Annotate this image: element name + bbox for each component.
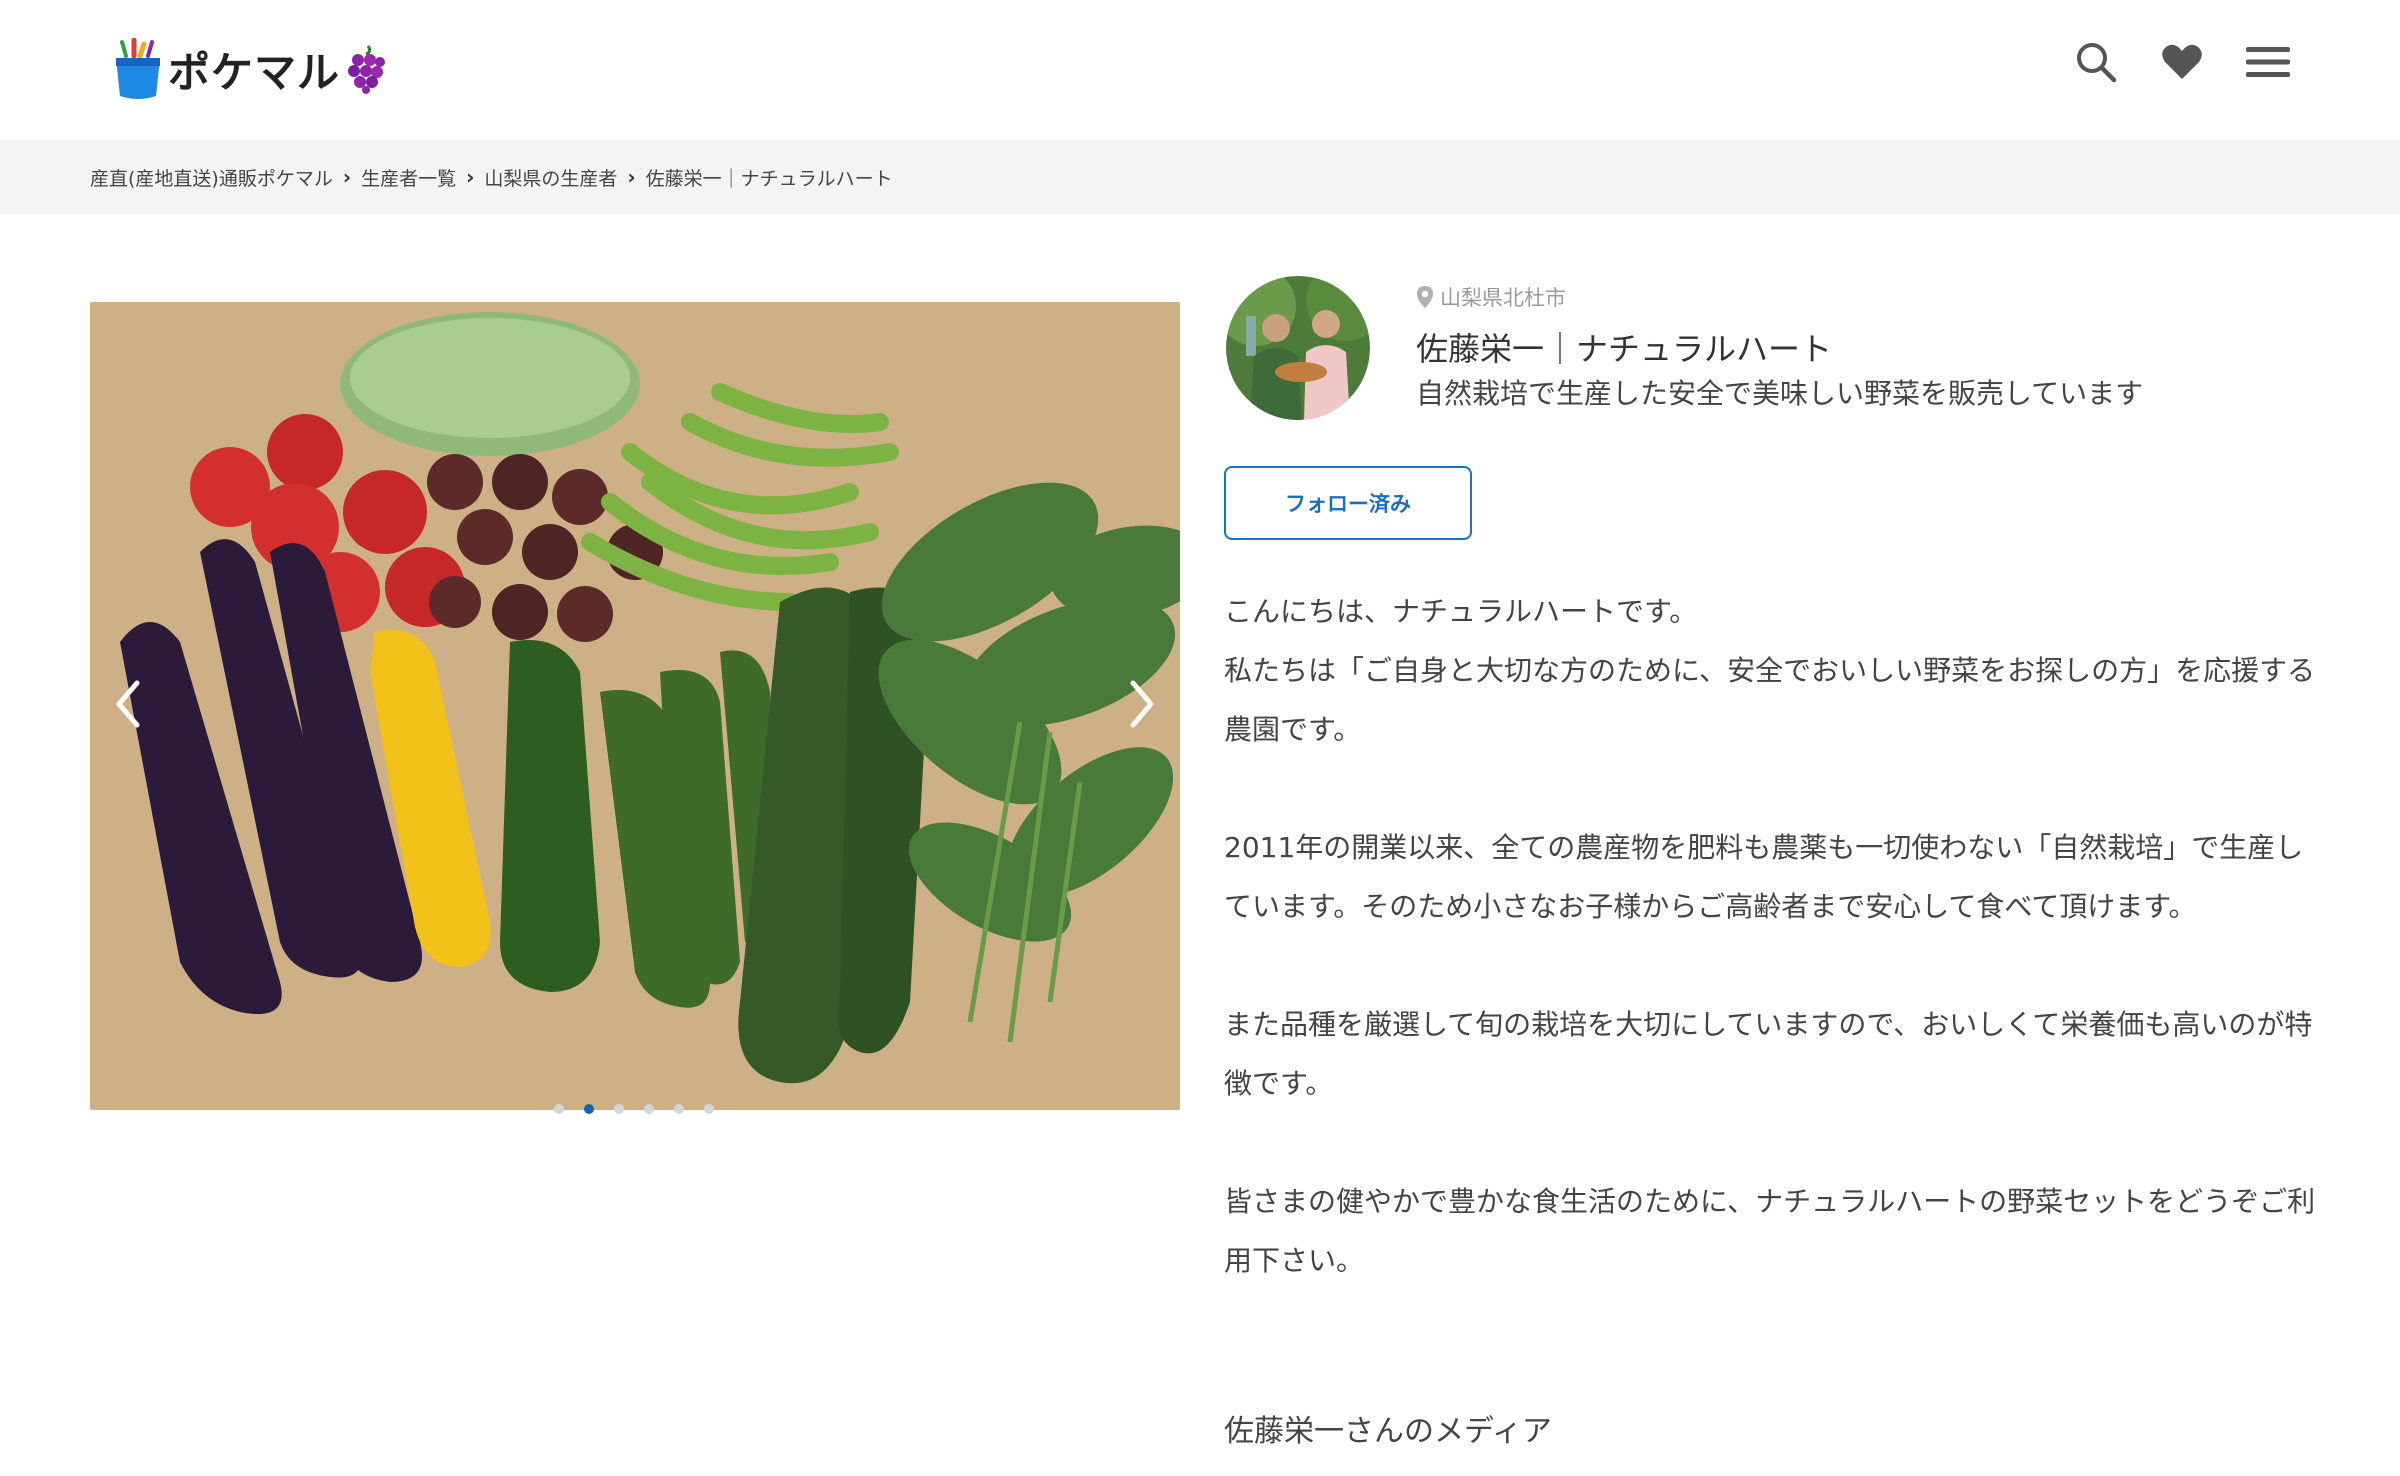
logo-text: ポケマル <box>168 47 341 97</box>
slider-dot-active[interactable] <box>584 1104 594 1114</box>
producer-name: 佐藤栄一｜ナチュラルハート <box>1416 330 1833 368</box>
heart-icon <box>2162 44 2202 79</box>
search-icon <box>2077 43 2117 83</box>
description-paragraph: 2011年の開業以来、全ての農産物を肥料も農薬も一切使わない「自然栽培」で生産し… <box>1224 831 2304 923</box>
basket-logo-icon <box>116 38 160 99</box>
product-image-slider[interactable] <box>90 302 1180 1110</box>
producer-location: 山梨県北杜市 <box>1416 282 1566 312</box>
slider-dot[interactable] <box>674 1104 684 1114</box>
site-header: ポケマル <box>0 0 2400 140</box>
breadcrumb-home[interactable]: 産直(産地直送)通販ポケマル <box>90 164 333 191</box>
grape-icon <box>348 45 386 94</box>
producer-avatar <box>1226 276 1370 420</box>
site-logo[interactable]: ポケマル <box>114 34 386 104</box>
header-actions <box>2072 38 2292 86</box>
breadcrumb-producers[interactable]: 生産者一覧 <box>361 164 456 191</box>
chevron-right-icon: › <box>627 165 636 189</box>
slider-next-button[interactable] <box>1112 674 1172 734</box>
media-section-heading: 佐藤栄一さんのメディア <box>1224 1414 1552 1449</box>
producer-photo <box>1226 276 1370 420</box>
location-text: 山梨県北杜市 <box>1440 286 1566 310</box>
description-paragraph: 皆さまの健やかで豊かな食生活のために、ナチュラルハートの野菜セットをどうぞご利用… <box>1224 1185 2316 1277</box>
search-button[interactable] <box>2072 38 2120 86</box>
producer-description: こんにちは、ナチュラルハートです。 私たちは「ご自身と大切な方のために、安全でお… <box>1224 582 2324 1349</box>
description-paragraph: また品種を厳選して旬の栽培を大切にしていますので、おいしくて栄養価も高いのが特徴… <box>1224 1008 2313 1100</box>
vegetables-photo <box>90 302 1180 1110</box>
location-pin-icon <box>1417 286 1433 308</box>
chevron-left-icon <box>116 680 140 728</box>
slider-dot[interactable] <box>614 1104 624 1114</box>
menu-button[interactable] <box>2244 38 2292 86</box>
slider-dot[interactable] <box>704 1104 714 1114</box>
menu-icon <box>2246 47 2290 77</box>
slider-prev-button[interactable] <box>98 674 158 734</box>
breadcrumb: 産直(産地直送)通販ポケマル › 生産者一覧 › 山梨県の生産者 › 佐藤栄一｜… <box>0 140 2400 214</box>
slider-dot[interactable] <box>644 1104 654 1114</box>
slider-pagination <box>554 1104 714 1114</box>
producer-tagline: 自然栽培で生産した安全で美味しい野菜を販売しています <box>1416 377 2144 410</box>
chevron-right-icon <box>1130 680 1154 728</box>
breadcrumb-yamanashi[interactable]: 山梨県の生産者 <box>484 164 617 191</box>
chevron-right-icon: › <box>466 165 475 189</box>
favorites-button[interactable] <box>2158 38 2206 86</box>
breadcrumb-current: 佐藤栄一｜ナチュラルハート <box>645 167 893 190</box>
slider-dot[interactable] <box>554 1104 564 1114</box>
follow-button[interactable]: フォロー済み <box>1224 466 1472 540</box>
description-paragraph: こんにちは、ナチュラルハートです。 私たちは「ご自身と大切な方のために、安全でお… <box>1224 595 2316 746</box>
chevron-right-icon: › <box>342 165 352 189</box>
